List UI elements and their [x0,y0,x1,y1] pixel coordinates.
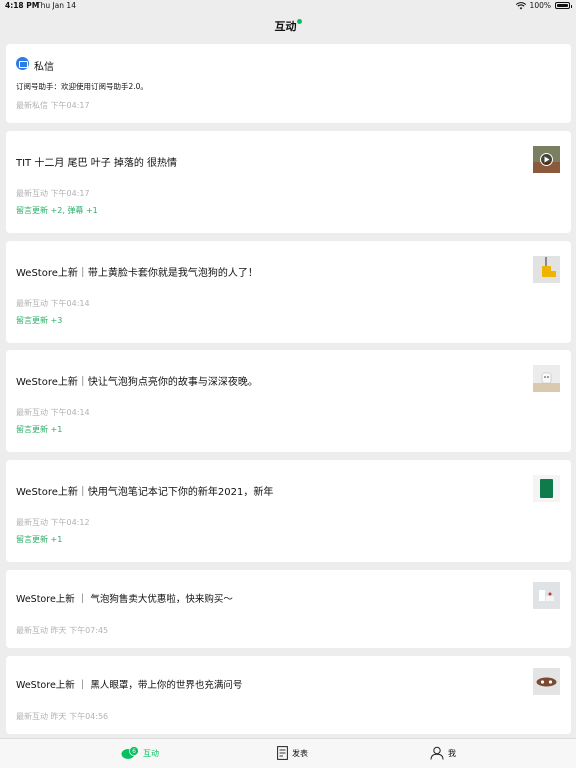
status-time: 4:18 PM [5,1,40,10]
card-holder-thumbnail-icon [533,256,560,283]
list-item[interactable]: WeStore上新 ｜ 黑人眼罩，带上你的世界也充满问号 最新互动 昨天 下午0… [6,656,571,734]
item-title: WeStore上新 ｜ 黑人眼罩，带上你的世界也充满问号 [16,680,243,691]
item-meta: 最新互动 下午04:14 [16,408,90,417]
item-meta: 最新互动 昨天 下午04:56 [16,712,109,721]
status-right: 100% [515,1,572,10]
battery-percent: 100% [529,1,551,10]
list-item[interactable]: WeStore上新 ｜ 气泡狗售卖大优惠啦，快来购买～ 最新互动 昨天 下午07… [6,570,571,648]
tab-bar: 6 互动 发表 我 [0,738,576,768]
tab-label: 我 [448,748,456,758]
item-update: 留言更新 +2, 弹幕 +1 [16,206,98,215]
eye-mask-thumbnail-icon [533,668,560,695]
document-icon [277,746,288,760]
item-update: 留言更新 +3 [16,316,63,325]
tab-interaction[interactable]: 6 互动 [121,746,159,760]
private-message-body: 订阅号助手：欢迎使用订阅号助手2.0。 [16,82,148,91]
tab-publish[interactable]: 发表 [277,746,308,760]
lamp-thumbnail-icon [533,365,560,392]
page-title-text: 互动 [274,20,297,33]
private-message-meta: 最新私信 下午04:17 [16,101,90,110]
item-update: 留言更新 +1 [16,535,63,544]
list-item[interactable]: TIT 十二月 尾巴 叶子 掉落的 很热情 最新互动 下午04:17 留言更新 … [6,131,571,233]
status-bar: 4:18 PM Thu Jan 14 100% [0,0,576,12]
page-title: 互动 [0,18,576,34]
chat-bubble-icon: 6 [121,746,139,759]
item-title: WeStore上新 ｜ 气泡狗售卖大优惠啦，快来购买～ [16,594,233,605]
private-message-title: 私信 [34,62,54,73]
wifi-icon [515,1,526,9]
tab-me[interactable]: 我 [430,746,456,760]
private-message-card[interactable]: 私信 订阅号助手：欢迎使用订阅号助手2.0。 最新私信 下午04:17 [6,44,571,123]
item-meta: 最新互动 下午04:14 [16,299,90,308]
item-update: 留言更新 +1 [16,425,63,434]
item-title: WeStore上新｜带上黄脸卡套你就是我气泡狗的人了！ [16,268,258,279]
item-title: WeStore上新｜快让气泡狗点亮你的故事与深深夜晚。 [16,377,258,388]
list-item[interactable]: WeStore上新｜快让气泡狗点亮你的故事与深深夜晚。 最新互动 下午04:14… [6,350,571,452]
item-title: TIT 十二月 尾巴 叶子 掉落的 很热情 [16,158,178,169]
person-icon [430,746,444,760]
item-meta: 最新互动 下午04:12 [16,518,90,527]
status-date: Thu Jan 14 [36,1,76,10]
tab-badge: 6 [132,748,136,755]
item-title: WeStore上新｜快用气泡笔记本记下你的新年2021，新年 [16,487,274,498]
tab-label: 互动 [143,748,159,758]
tab-label: 发表 [292,748,308,758]
list-item[interactable]: WeStore上新｜快用气泡笔记本记下你的新年2021，新年 最新互动 下午04… [6,460,571,562]
mail-icon [16,57,29,70]
product-thumbnail-icon [533,582,560,609]
new-dot-icon [296,19,302,24]
notebook-thumbnail-icon [533,475,560,502]
item-meta: 最新互动 昨天 下午07:45 [16,626,109,635]
list-item[interactable]: WeStore上新｜带上黄脸卡套你就是我气泡狗的人了！ 最新互动 下午04:14… [6,241,571,343]
item-meta: 最新互动 下午04:17 [16,189,90,198]
video-thumbnail-icon [533,146,560,173]
battery-icon [555,2,572,9]
